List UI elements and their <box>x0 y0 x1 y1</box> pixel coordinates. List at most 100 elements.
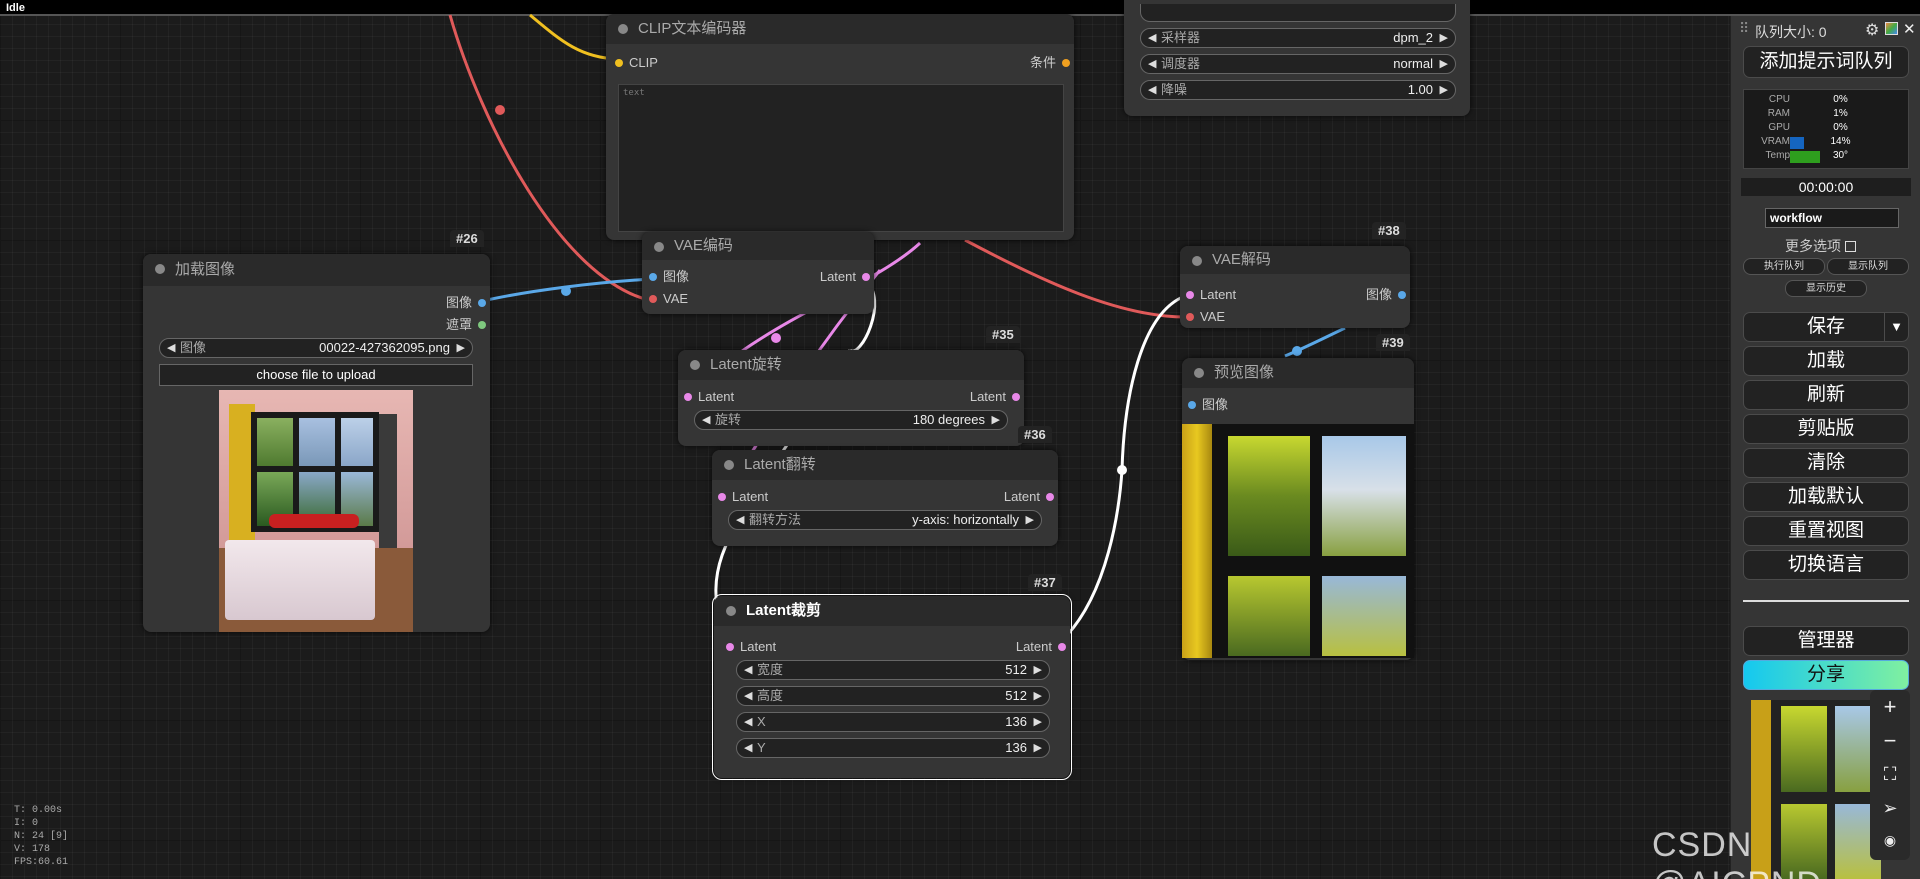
more-options-toggle[interactable]: 更多选项 <box>1785 236 1856 256</box>
next-arrow-icon[interactable]: ▶ <box>1026 511 1034 529</box>
flip-method-select[interactable]: ◀ 翻转方法 y-axis: horizontally ▶ <box>728 510 1042 530</box>
prev-arrow-icon[interactable]: ◀ <box>744 713 752 731</box>
sampler-widget-stub[interactable] <box>1140 4 1456 22</box>
next-arrow-icon[interactable]: ▶ <box>1034 713 1042 731</box>
latent-crop-node[interactable]: Latent裁剪 Latent Latent ◀ 宽度 512 ▶ ◀ 高度 512 ▶ ◀… <box>712 594 1072 780</box>
clip-input[interactable]: CLIP <box>615 54 658 72</box>
rotation-select[interactable]: ◀ 旋转 180 degrees ▶ <box>694 410 1008 430</box>
latent-output[interactable]: Latent <box>1016 638 1066 656</box>
collapse-dot[interactable] <box>724 460 734 470</box>
load-button[interactable]: 加载 <box>1743 346 1909 376</box>
switch-language-button[interactable]: 切换语言 <box>1743 550 1909 580</box>
next-arrow-icon[interactable]: ▶ <box>1440 29 1448 47</box>
load-default-button[interactable]: 加载默认 <box>1743 482 1909 512</box>
prev-arrow-icon[interactable]: ◀ <box>1148 29 1156 47</box>
exec-queue-button[interactable]: 执行队列 <box>1743 258 1825 275</box>
vae-input[interactable]: VAE <box>1186 308 1225 326</box>
load-image-node[interactable]: 加载图像 图像 遮罩 ◀ 图像 00022-427362095.png ▶ choos… <box>143 254 490 632</box>
collapse-dot[interactable] <box>726 606 736 616</box>
collapse-dot[interactable] <box>690 360 700 370</box>
latent-input[interactable]: Latent <box>726 638 776 656</box>
prev-arrow-icon[interactable]: ◀ <box>702 411 710 429</box>
prev-arrow-icon[interactable]: ◀ <box>1148 55 1156 73</box>
refresh-button[interactable]: 刷新 <box>1743 380 1909 410</box>
clear-button[interactable]: 清除 <box>1743 448 1909 478</box>
drag-handle-icon[interactable]: ⠿ <box>1739 20 1749 37</box>
scheduler-select[interactable]: ◀ 调度器 normal ▶ <box>1140 54 1456 74</box>
upload-button[interactable]: choose file to upload <box>159 364 473 386</box>
prev-arrow-icon[interactable]: ◀ <box>744 739 752 757</box>
image-icon[interactable] <box>1885 22 1898 35</box>
node-title[interactable]: 预览图像 <box>1182 358 1414 388</box>
collapse-dot[interactable] <box>654 242 664 252</box>
vae-decode-node[interactable]: VAE解码 Latent VAE 图像 <box>1180 246 1410 328</box>
x-input[interactable]: ◀ X 136 ▶ <box>736 712 1050 732</box>
close-icon[interactable]: ✕ <box>1903 20 1916 38</box>
prev-arrow-icon[interactable]: ◀ <box>167 339 175 357</box>
collapse-dot[interactable] <box>1194 368 1204 378</box>
sampler-select[interactable]: ◀ 采样器 dpm_2 ▶ <box>1140 28 1456 48</box>
height-input[interactable]: ◀ 高度 512 ▶ <box>736 686 1050 706</box>
reset-view-button[interactable]: 重置视图 <box>1743 516 1909 546</box>
vae-encode-node[interactable]: VAE编码 图像 VAE Latent <box>642 232 874 314</box>
prev-arrow-icon[interactable]: ◀ <box>1148 81 1156 99</box>
node-title[interactable]: 加载图像 <box>143 254 490 286</box>
node-title[interactable]: Latent翻转 <box>712 450 1058 480</box>
node-title[interactable]: CLIP文本编码器 <box>606 14 1074 44</box>
prev-arrow-icon[interactable]: ◀ <box>744 661 752 679</box>
show-queue-button[interactable]: 显示队列 <box>1827 258 1909 275</box>
queue-prompt-button[interactable]: 添加提示词队列 <box>1743 46 1909 78</box>
zoom-out-icon[interactable]: − <box>1870 728 1910 754</box>
manager-button[interactable]: 管理器 <box>1743 626 1909 656</box>
node-title[interactable]: Latent旋转 <box>678 350 1024 380</box>
vae-input[interactable]: VAE <box>649 290 688 308</box>
node-title[interactable]: VAE编码 <box>642 232 874 260</box>
chevron-down-icon[interactable]: ▼ <box>1884 313 1908 341</box>
y-input[interactable]: ◀ Y 136 ▶ <box>736 738 1050 758</box>
collapse-dot[interactable] <box>618 24 628 34</box>
workflow-input[interactable]: workflow <box>1765 208 1899 228</box>
prev-arrow-icon[interactable]: ◀ <box>736 511 744 529</box>
latent-output[interactable]: Latent <box>970 388 1020 406</box>
next-arrow-icon[interactable]: ▶ <box>457 339 465 357</box>
locate-icon[interactable]: ➢ <box>1870 798 1910 819</box>
image-output[interactable]: 图像 <box>446 294 486 312</box>
preview-image-node[interactable]: 预览图像 图像 <box>1182 358 1414 660</box>
next-arrow-icon[interactable]: ▶ <box>992 411 1000 429</box>
gear-icon[interactable]: ⚙ <box>1865 20 1879 40</box>
latent-output[interactable]: Latent <box>820 268 870 286</box>
next-arrow-icon[interactable]: ▶ <box>1034 739 1042 757</box>
next-arrow-icon[interactable]: ▶ <box>1440 81 1448 99</box>
latent-flip-node[interactable]: Latent翻转 Latent Latent ◀ 翻转方法 y-axis: hori… <box>712 450 1058 546</box>
ksampler-node[interactable]: ◀ 采样器 dpm_2 ▶ ◀ 调度器 normal ▶ ◀ 降噪 1.00 ▶ <box>1124 0 1470 116</box>
width-input[interactable]: ◀ 宽度 512 ▶ <box>736 660 1050 680</box>
prev-arrow-icon[interactable]: ◀ <box>744 687 752 705</box>
image-input[interactable]: 图像 <box>649 268 689 286</box>
latent-input[interactable]: Latent <box>1186 286 1236 304</box>
mask-output[interactable]: 遮罩 <box>446 316 486 334</box>
show-history-button[interactable]: 显示历史 <box>1785 280 1867 297</box>
latent-input[interactable]: Latent <box>684 388 734 406</box>
share-button[interactable]: 分享 <box>1743 660 1909 690</box>
collapse-dot[interactable] <box>1192 256 1202 266</box>
next-arrow-icon[interactable]: ▶ <box>1034 687 1042 705</box>
save-button[interactable]: 保存 ▼ <box>1743 312 1909 342</box>
fit-view-icon[interactable]: ⛶ <box>1870 764 1910 785</box>
image-select[interactable]: ◀ 图像 00022-427362095.png ▶ <box>159 338 473 358</box>
conditioning-output[interactable]: 条件 <box>1030 54 1070 72</box>
checkbox-icon[interactable] <box>1845 241 1856 252</box>
node-title[interactable]: VAE解码 <box>1180 246 1410 274</box>
latent-rotate-node[interactable]: Latent旋转 Latent Latent ◀ 旋转 180 degrees ▶ <box>678 350 1024 446</box>
denoise-input[interactable]: ◀ 降噪 1.00 ▶ <box>1140 80 1456 100</box>
next-arrow-icon[interactable]: ▶ <box>1034 661 1042 679</box>
prompt-textarea[interactable]: text <box>618 84 1064 232</box>
latent-input[interactable]: Latent <box>718 488 768 506</box>
image-input[interactable]: 图像 <box>1188 396 1228 414</box>
zoom-in-icon[interactable]: + <box>1870 694 1910 720</box>
clip-text-encode-node[interactable]: CLIP文本编码器 CLIP 条件 text <box>606 14 1074 240</box>
collapse-dot[interactable] <box>155 264 165 274</box>
node-title[interactable]: Latent裁剪 <box>714 596 1070 626</box>
next-arrow-icon[interactable]: ▶ <box>1440 55 1448 73</box>
clipspace-button[interactable]: 剪贴版 <box>1743 414 1909 444</box>
image-output[interactable]: 图像 <box>1366 286 1406 304</box>
